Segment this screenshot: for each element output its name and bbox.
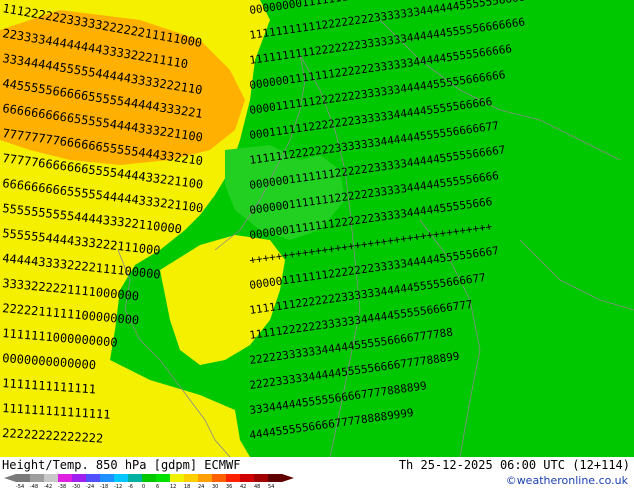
- forecast-map[interactable]: 1112222223333322222211111000 223333444444…: [0, 0, 634, 457]
- colorbar-tick-label: -42: [44, 484, 53, 490]
- colorbar-tick-label: -48: [30, 484, 39, 490]
- colorbar-tick-label: 0: [142, 484, 146, 490]
- colorbar-tick-label: 18: [184, 484, 191, 490]
- colorbar-swatch: [170, 474, 184, 482]
- colorbar-swatch: [100, 474, 114, 482]
- colorbar-swatch: [30, 474, 44, 482]
- colorbar-tick-label: -12: [114, 484, 123, 490]
- map-canvas: 1112222223333322222211111000223333444444…: [0, 0, 634, 457]
- colorbar-swatch: [226, 474, 240, 482]
- colorbar-swatch: [72, 474, 86, 482]
- colorbar-max-arrow: [282, 474, 294, 482]
- map-title: Height/Temp. 850 hPa [gdpm] ECMWF: [2, 458, 241, 472]
- colorbar-tick-label: -18: [100, 484, 109, 490]
- colorbar-swatch: [44, 474, 58, 482]
- colorbar: [4, 474, 294, 482]
- footer-bar: Height/Temp. 850 hPa [gdpm] ECMWF Th 25-…: [0, 457, 634, 490]
- colorbar-swatch: [142, 474, 156, 482]
- colorbar-swatch: [268, 474, 282, 482]
- colorbar-swatch: [212, 474, 226, 482]
- colorbar-swatch: [16, 474, 30, 482]
- colorbar-tick-label: -24: [86, 484, 95, 490]
- colorbar-swatch: [254, 474, 268, 482]
- colorbar-tick-label: 48: [254, 484, 261, 490]
- colorbar-swatch: [184, 474, 198, 482]
- colorbar-tick-label: 30: [212, 484, 219, 490]
- colorbar-swatch: [240, 474, 254, 482]
- colorbar-tick-label: 12: [170, 484, 177, 490]
- valid-time: Th 25-12-2025 06:00 UTC (12+114): [398, 458, 630, 472]
- colorbar-min-arrow: [4, 474, 16, 482]
- colorbar-swatch: [114, 474, 128, 482]
- colorbar-tick-label: 54: [268, 484, 275, 490]
- colorbar-swatch: [156, 474, 170, 482]
- credit-link[interactable]: ©weatheronline.co.uk: [506, 474, 628, 487]
- colorbar-tick-label: 24: [198, 484, 205, 490]
- colorbar-tick-label: -38: [58, 484, 67, 490]
- colorbar-swatch: [198, 474, 212, 482]
- colorbar-swatch: [58, 474, 72, 482]
- colorbar-tick-label: -30: [72, 484, 81, 490]
- colorbar-tick-label: -6: [128, 484, 133, 490]
- colorbar-swatch: [86, 474, 100, 482]
- colorbar-tick-label: 42: [240, 484, 247, 490]
- colorbar-swatch: [128, 474, 142, 482]
- colorbar-tick-label: 6: [156, 484, 160, 490]
- colorbar-tick-label: -54: [16, 484, 25, 490]
- colorbar-tick-label: 36: [226, 484, 233, 490]
